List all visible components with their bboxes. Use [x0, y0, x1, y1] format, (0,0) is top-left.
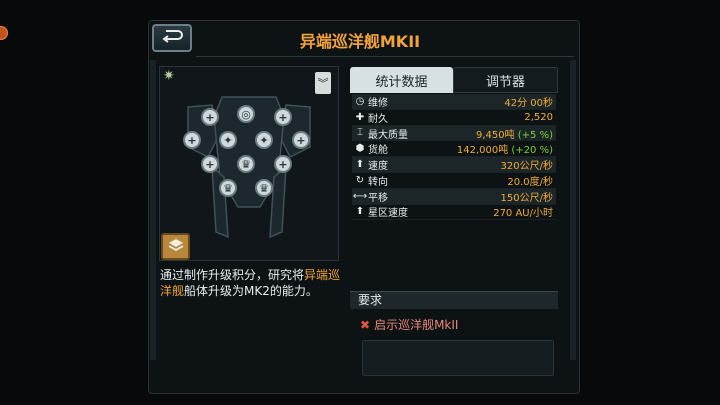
module-crown-1[interactable]: ♛	[237, 155, 255, 173]
close-icon: ✖	[360, 318, 371, 332]
back-button[interactable]	[152, 24, 192, 52]
module-target[interactable]: ◎	[237, 105, 255, 123]
requirement-item: ✖ 启示巡洋舰MkII	[360, 318, 459, 332]
collapse-button[interactable]: ︾	[315, 72, 331, 94]
stat-row-turning: ↻ 转向 20.0度/秒	[352, 173, 556, 189]
module-heal-6[interactable]: +	[274, 155, 292, 173]
layers-icon	[167, 237, 185, 257]
frame-right-deco	[570, 60, 576, 360]
tab-stats[interactable]: 统计数据	[350, 67, 453, 93]
clock-icon: ◷	[355, 95, 365, 107]
warp-arrow-icon: ⬆	[355, 206, 365, 218]
module-star-2[interactable]: ✦	[255, 131, 273, 149]
strafe-icon: ⟷	[352, 190, 368, 202]
requirements-header: 要求	[350, 291, 558, 309]
cargo-icon: ⬢	[355, 143, 365, 155]
module-heal-5[interactable]: +	[201, 155, 219, 173]
module-crown-3[interactable]: ♛	[255, 179, 273, 197]
stat-row-repair: ◷ 维修 42分 00秒	[352, 94, 556, 110]
upgrade-description: 通过制作升级积分，研究将异端巡洋舰船体升级为MK2的能力。	[160, 268, 341, 298]
rotate-icon: ↻	[355, 174, 365, 186]
weight-icon: ⌶	[357, 127, 363, 139]
title-divider	[196, 56, 574, 57]
stat-row-warp-speed: ⬆ 星区速度 270 AU/小时	[352, 205, 556, 221]
notification-dot	[0, 26, 8, 40]
page-title: 异端巡洋舰MKII	[299, 32, 421, 51]
tab-modifiers[interactable]: 调节器	[453, 67, 558, 93]
plus-icon: ✚	[355, 111, 365, 123]
star-icon: ✷	[163, 68, 175, 84]
frame-left-deco	[150, 60, 156, 360]
stats-tabs: 统计数据 调节器	[350, 67, 558, 93]
stat-row-max-mass: ⌶ 最大质量 9,450吨 (+5 %)	[352, 125, 556, 142]
return-arrow-icon	[160, 28, 184, 48]
speed-arrow-icon: ⬆	[355, 159, 365, 171]
layer-toggle-button[interactable]	[161, 233, 190, 260]
upgrade-button[interactable]	[362, 340, 554, 376]
stat-row-durability: ✚ 耐久 2,520	[352, 110, 556, 126]
module-star-1[interactable]: ✦	[219, 131, 237, 149]
module-crown-2[interactable]: ♛	[219, 179, 237, 197]
chevron-down-icon: ︾	[317, 77, 329, 90]
stat-row-strafe: ⟷ 平移 150公尺/秒	[352, 188, 556, 205]
stat-row-speed: ⬆ 速度 320公尺/秒	[352, 157, 556, 173]
module-heal-3[interactable]: +	[183, 131, 201, 149]
stats-list: ◷ 维修 42分 00秒 ✚ 耐久 2,520 ⌶ 最大质量 9,450吨 (+…	[352, 94, 556, 221]
module-heal-1[interactable]: +	[201, 108, 219, 126]
module-heal-2[interactable]: +	[274, 108, 292, 126]
module-heal-4[interactable]: +	[292, 131, 310, 149]
stat-row-cargo: ⬢ 货舱 142,000吨 (+20 %)	[352, 141, 556, 158]
